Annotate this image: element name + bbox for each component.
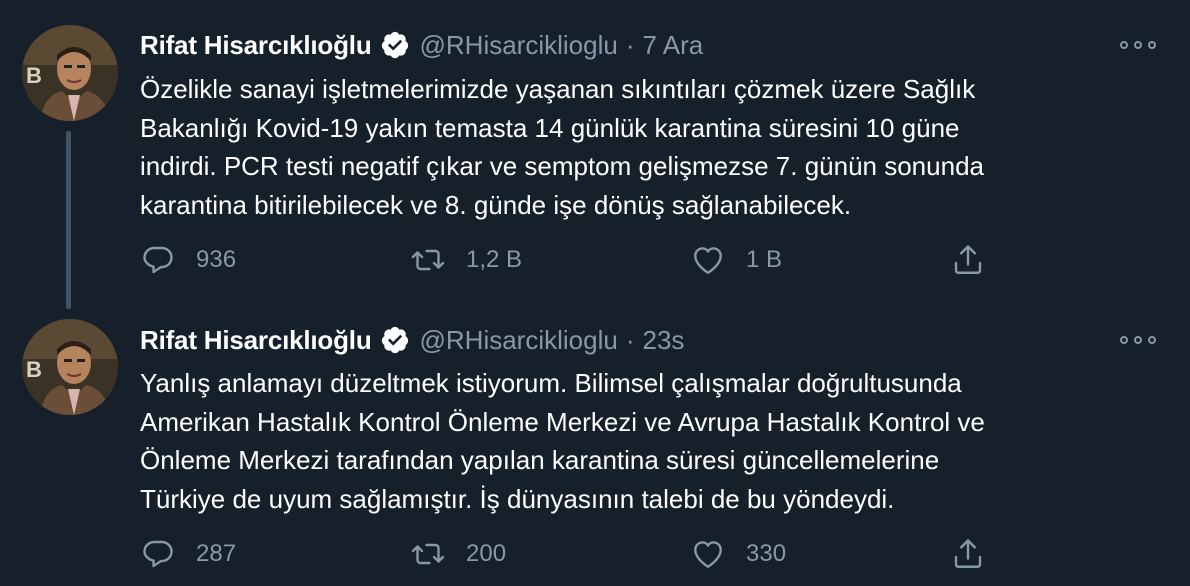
tweet-text-line: Bakanlığı Kovid-19 yakın temasta 14 günl… (140, 112, 960, 143)
avatar-image: B (22, 25, 118, 121)
tweet-header: Rifat Hisarcıklıoğlu @RHisarciklioglu · … (140, 27, 703, 63)
author-name[interactable]: Rifat Hisarcıklıoğlu (140, 325, 372, 356)
tweet[interactable]: B Rifat Hisarcıklıoğlu @RHisarciklioglu … (0, 300, 1190, 586)
retweet-button[interactable]: 1,2 B (410, 240, 522, 280)
reply-count: 936 (196, 246, 237, 273)
author-handle[interactable]: @RHisarciklioglu (420, 30, 618, 61)
reply-button[interactable]: 287 (140, 534, 236, 574)
thread-connector-line (66, 131, 71, 309)
retweet-count: 1,2 B (466, 246, 523, 273)
separator-dot: · (625, 29, 635, 60)
verified-badge-icon (380, 30, 410, 60)
tweet-text: Özelikle sanayi işletmelerimizde yaşanan… (140, 70, 1160, 224)
tweet-text-line: Özelikle sanayi işletmelerimizde yaşanan… (140, 74, 976, 104)
reply-count: 287 (196, 540, 237, 567)
like-button[interactable]: 330 (690, 534, 786, 574)
tweet-text-line: Yanlış anlamayı düzeltmek istiyorum. Bil… (140, 368, 962, 398)
like-count: 330 (746, 540, 787, 567)
avatar-image: B (22, 319, 118, 415)
retweet-icon (411, 543, 445, 565)
tweet-text: Yanlış anlamayı düzeltmek istiyorum. Bil… (140, 364, 1160, 518)
tweet-timestamp[interactable]: 23s (643, 325, 685, 356)
avatar[interactable]: B (22, 25, 118, 121)
reply-icon (143, 540, 173, 568)
author-handle[interactable]: @RHisarciklioglu (420, 325, 618, 356)
like-count: 1 B (746, 246, 783, 273)
share-button[interactable] (950, 534, 986, 574)
reply-icon (143, 246, 173, 274)
heart-icon (694, 541, 722, 568)
more-options-icon[interactable] (1120, 35, 1156, 55)
tweet-text-line: Amerikan Hastalık Kontrol Önleme Merkezi… (140, 406, 985, 437)
tweet-text-line: Türkiye de uyum sağlamıştır. İş dünyasın… (140, 483, 895, 514)
tweet[interactable]: B Rifat Hisarcıklıoğlu @RHisarciklioglu … (0, 0, 1190, 309)
reply-button[interactable]: 936 (140, 240, 236, 280)
tweet-actions: 936 1,2 B 1 B (140, 240, 1000, 280)
share-icon (954, 245, 982, 274)
svg-text:B: B (26, 63, 42, 88)
retweet-button[interactable]: 200 (410, 534, 506, 574)
share-icon (954, 539, 982, 568)
tweet-actions: 287 200 330 (140, 534, 1000, 574)
share-button[interactable] (950, 240, 986, 280)
tweet-timestamp[interactable]: 7 Ara (643, 30, 704, 61)
retweet-icon (411, 249, 445, 271)
retweet-count: 200 (466, 540, 507, 567)
svg-text:B: B (26, 357, 42, 382)
like-button[interactable]: 1 B (690, 240, 782, 280)
heart-icon (694, 247, 722, 274)
tweet-text-line: indirdi. PCR testi negatif çıkar ve semp… (140, 151, 984, 181)
more-options-icon[interactable] (1120, 330, 1156, 350)
avatar[interactable]: B (22, 319, 118, 415)
tweet-text-line: Önleme Merkezi tarafından yapılan karant… (140, 445, 940, 475)
author-name[interactable]: Rifat Hisarcıklıoğlu (140, 30, 372, 61)
tweet-header: Rifat Hisarcıklıoğlu @RHisarciklioglu · … (140, 322, 684, 358)
verified-badge-icon (380, 325, 410, 355)
tweet-text-line: karantina bitirilebilecek ve 8. günde iş… (140, 189, 852, 220)
separator-dot: · (625, 324, 635, 355)
